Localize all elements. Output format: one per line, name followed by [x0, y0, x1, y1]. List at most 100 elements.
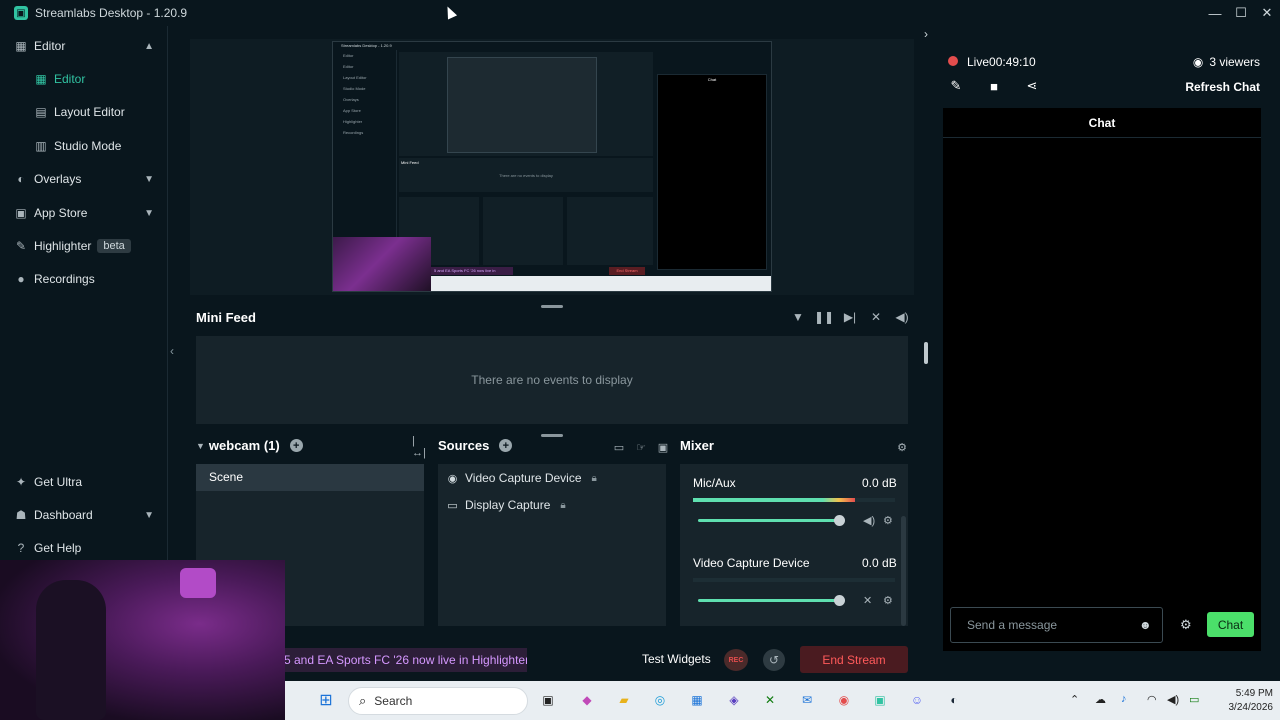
task-view-icon[interactable]: ▣ — [537, 689, 559, 711]
file-explorer-icon[interactable]: ▰ — [613, 689, 635, 711]
source-item[interactable]: ◉ Video Capture Device 🔒︎ — [446, 468, 597, 488]
chat-send-button[interactable]: Chat — [1207, 612, 1254, 637]
studio-icon: ▥ — [35, 139, 47, 153]
live-status: Live00:49:10 — [967, 55, 1036, 69]
editor-icon: ▦ — [15, 39, 27, 53]
replay-buffer-icon[interactable]: ↺ — [763, 649, 785, 671]
chevron-down-icon: ▼ — [144, 207, 154, 219]
source-properties-icon[interactable]: ▭ — [612, 440, 626, 454]
xbox-icon[interactable]: ✕ — [759, 689, 781, 711]
skip-icon[interactable]: ▶| — [842, 309, 858, 325]
refresh-chat-button[interactable]: Refresh Chat — [1185, 80, 1260, 94]
viewer-count: ◉ 3 viewers — [1193, 55, 1260, 69]
store-icon[interactable]: ▦ — [686, 689, 708, 711]
system-clock[interactable]: 5:49 PM 3/24/2026 — [1217, 687, 1274, 715]
share-icon[interactable]: ⋖ — [1024, 78, 1040, 94]
mixer-channel-name: Video Capture Device — [693, 556, 810, 570]
sources-panel: ◉ Video Capture Device 🔒︎ ▭ Display Capt… — [438, 464, 666, 626]
gear-icon[interactable]: ⚙ — [883, 594, 893, 607]
source-item[interactable]: ▭ Display Capture 🔒︎ — [446, 495, 565, 515]
chevron-up-icon[interactable]: ⌃ — [1070, 693, 1079, 706]
scene-item[interactable]: Scene — [196, 464, 424, 491]
mic-volume-knob[interactable] — [834, 515, 845, 526]
sidebar-item-editor-group[interactable]: ▦ Editor ▲ — [0, 30, 168, 62]
sidebar-item-label: Get Ultra — [34, 475, 83, 489]
chat-settings-icon[interactable]: ⚙ — [1180, 617, 1192, 633]
end-stream-button[interactable]: End Stream — [800, 646, 908, 673]
edge-icon[interactable]: ◎ — [649, 689, 671, 711]
camera-icon[interactable]: ■ — [986, 78, 1002, 94]
mixer-channel-db: 0.0 dB — [862, 476, 897, 490]
chat-message-input[interactable]: Send a message — [950, 607, 1163, 643]
mute-alerts-icon[interactable]: ✕ — [868, 309, 884, 325]
rec-button[interactable]: REC — [724, 649, 748, 671]
mixer-scrollbar[interactable] — [901, 516, 906, 626]
lock-icon[interactable]: 🔒︎ — [592, 473, 597, 484]
nested-line: App Store — [343, 108, 361, 113]
test-widgets-button[interactable]: Test Widgets — [642, 652, 711, 666]
sidebar-item-recordings[interactable]: ● Recordings — [0, 263, 168, 295]
sidebar-item-label: App Store — [34, 206, 88, 220]
folder-icon[interactable]: ▣ — [656, 440, 670, 454]
sidebar-item-layout-editor[interactable]: ▤ Layout Editor — [0, 96, 168, 128]
sidebar-item-get-ultra[interactable]: ✦ Get Ultra — [0, 466, 168, 498]
resize-handle[interactable] — [541, 305, 563, 308]
nested-end-stream: End Stream — [609, 267, 645, 275]
pencil-icon[interactable]: ✎ — [948, 78, 964, 94]
video-volume-slider[interactable] — [698, 599, 840, 602]
sidebar-item-editor[interactable]: ▦ Editor — [0, 63, 168, 95]
nested-line: Overlays — [343, 97, 359, 102]
discord-icon[interactable]: ☺ — [906, 689, 928, 711]
gear-icon[interactable]: ⚙ — [883, 514, 893, 527]
steam-icon[interactable]: ◐ — [943, 689, 965, 711]
recordings-icon: ● — [17, 272, 25, 286]
wifi-icon[interactable]: ◠ — [1147, 693, 1157, 706]
gear-icon[interactable]: ⚙ — [895, 440, 909, 454]
streamlabs-taskbar-icon[interactable]: ▣ — [869, 689, 891, 711]
mic-volume-slider[interactable] — [698, 519, 840, 522]
video-volume-knob[interactable] — [834, 595, 845, 606]
filter-icon[interactable]: ▼ — [790, 309, 806, 325]
highlighter-banner[interactable]: 5 and EA Sports FC '26 now live in Highl… — [284, 648, 527, 672]
battery-icon[interactable]: ▭ — [1189, 693, 1199, 706]
add-scene-icon[interactable]: + — [289, 439, 303, 452]
emoji-icon[interactable]: ☻ — [1139, 618, 1152, 632]
taskbar-search[interactable]: ⌕ Search — [348, 687, 528, 715]
volume-icon[interactable]: ◀) — [1167, 693, 1179, 706]
speaker-icon[interactable]: ◀) — [863, 514, 875, 527]
nested-preview-capture: Streamlabs Desktop - 1.20.9 Editor Edito… — [332, 41, 772, 292]
sidebar-item-label: Recordings — [34, 272, 95, 286]
outlook-icon[interactable]: ✉ — [796, 689, 818, 711]
speaker-muted-icon[interactable]: ✕ — [863, 594, 872, 607]
app-icon[interactable]: ◈ — [723, 689, 745, 711]
scene-transition-icon[interactable]: |↔| — [412, 435, 426, 459]
interact-icon[interactable]: ☞ — [634, 440, 648, 454]
sidebar-item-dashboard[interactable]: ☗ Dashboard ▼ — [0, 499, 168, 531]
chrome-icon[interactable]: ◉ — [833, 689, 855, 711]
maximize-icon[interactable]: ☐ — [1228, 0, 1254, 26]
chevron-right-icon[interactable]: › — [924, 27, 928, 41]
add-source-icon[interactable]: + — [499, 439, 513, 452]
sidebar-item-overlays[interactable]: ◐ Overlays ▼ — [0, 163, 168, 195]
sidebar-item-app-store[interactable]: ▣ App Store ▼ — [0, 197, 168, 229]
volume-icon[interactable]: ◀) — [894, 309, 910, 325]
resize-handle[interactable] — [541, 434, 563, 437]
help-icon: ? — [17, 541, 25, 555]
microphone-icon[interactable]: ♪ — [1121, 693, 1127, 705]
nested-line: Editor — [343, 64, 354, 69]
chat-panel — [943, 108, 1261, 651]
lock-icon[interactable]: 🔒︎ — [560, 500, 565, 511]
copilot-icon[interactable]: ◆ — [576, 689, 598, 711]
scrollbar[interactable] — [924, 342, 928, 364]
clock-date: 3/24/2026 — [1228, 702, 1274, 713]
minimize-icon[interactable]: — — [1202, 0, 1228, 26]
collapse-sidebar-icon[interactable]: ‹ — [170, 344, 174, 358]
pause-icon[interactable]: ❚❚ — [814, 309, 834, 325]
cloud-icon[interactable]: ☁ — [1095, 693, 1106, 706]
chevron-down-icon[interactable]: ▼ — [196, 441, 205, 451]
windows-start-icon[interactable]: ⊞ — [315, 689, 337, 711]
sidebar-item-studio-mode[interactable]: ▥ Studio Mode — [0, 130, 168, 162]
sidebar-item-highlighter[interactable]: ✎ Highlighter beta — [0, 230, 168, 262]
close-icon[interactable]: ✕ — [1254, 0, 1280, 26]
nested-title: Streamlabs Desktop - 1.20.9 — [333, 42, 771, 50]
